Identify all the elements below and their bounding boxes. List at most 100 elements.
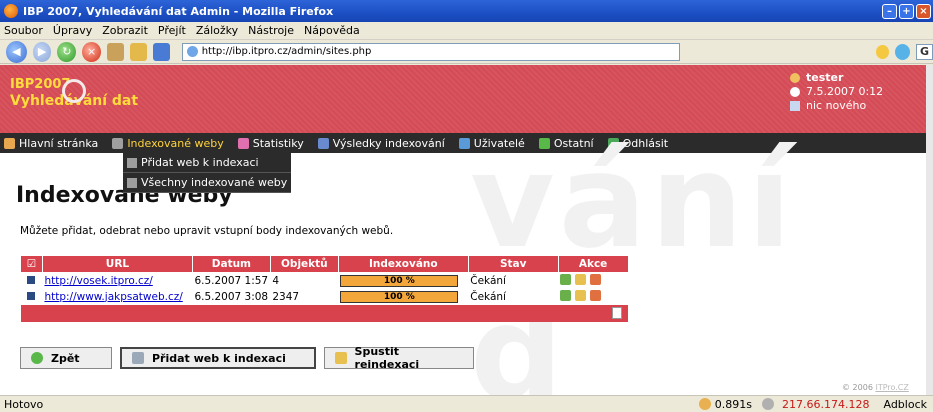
menu-zalozky[interactable]: Záložky [196, 24, 238, 37]
google-search-icon[interactable]: G [915, 43, 933, 60]
row-checkbox[interactable] [20, 288, 43, 305]
dropdown-all-label: Všechny indexované weby [141, 176, 288, 189]
nav-results-label: Výsledky indexování [332, 136, 445, 150]
window-titlebar: IBP 2007, Vyhledávání dat Admin - Mozill… [0, 0, 933, 22]
sites-table: ☑ URL Datum Objektů Indexováno Stav Akce… [20, 255, 676, 322]
table-header-row: ☑ URL Datum Objektů Indexováno Stav Akce [20, 255, 676, 273]
page-icon [127, 177, 137, 188]
nav-results[interactable]: Výsledky indexování [317, 136, 445, 150]
delete-icon[interactable] [590, 289, 602, 301]
menu-napoveda[interactable]: Nápověda [304, 24, 360, 37]
menu-prejit[interactable]: Přejít [158, 24, 186, 37]
row-actions [558, 288, 629, 305]
results-icon [317, 137, 329, 149]
forward-icon[interactable]: ▶ [32, 41, 52, 62]
progress-label: 100 % [383, 275, 415, 286]
menu-soubor[interactable]: Soubor [4, 24, 43, 37]
copyright-link[interactable]: ITPro.CZ [875, 383, 908, 392]
table-row: http://vosek.itpro.cz/ 6.5.2007 1:57 4 1… [20, 272, 676, 289]
bookmark-icon[interactable] [107, 42, 124, 61]
maximize-button[interactable]: + [899, 3, 914, 19]
copyright: © 2006 ITPro.CZ [842, 383, 909, 392]
status-text: Hotovo [4, 397, 44, 411]
firefox-icon [4, 4, 18, 18]
stop-icon[interactable]: × [82, 41, 101, 62]
site-url-link[interactable]: http://vosek.itpro.cz/ [44, 275, 152, 287]
address-url: http://ibp.itpro.cz/admin/sites.php [201, 46, 372, 57]
back-button[interactable]: Zpět [20, 347, 112, 369]
nav-stats-label: Statistiky [252, 136, 304, 150]
nav-indexed[interactable]: Indexované weby [112, 136, 224, 150]
load-time: 0.891s [714, 397, 752, 411]
row-state: Čekání [468, 272, 559, 289]
footer-spacer [628, 304, 676, 322]
add-page-icon [132, 352, 144, 364]
run-icon[interactable] [560, 273, 572, 285]
server-ip: 217.66.174.128 [782, 397, 870, 411]
header-indexed: Indexováno [337, 255, 469, 273]
edit-icon[interactable] [575, 289, 587, 301]
site-header: IBP2007 Vyhledávání dat tester 7.5.2007 … [0, 65, 926, 133]
table-row: http://www.jakpsatweb.cz/ 6.5.2007 3:08 … [20, 288, 676, 305]
delete-icon[interactable] [590, 273, 602, 285]
document-icon[interactable] [612, 307, 623, 319]
progress-label: 100 % [383, 291, 415, 302]
minimize-button[interactable]: – [882, 3, 897, 19]
menu-upravy[interactable]: Úpravy [53, 24, 92, 37]
row-spacer [628, 272, 676, 289]
rss-icon[interactable] [875, 44, 889, 59]
globe-icon [186, 46, 198, 57]
status-bar: Hotovo 0.891s 217.66.174.128 Adblock [0, 395, 933, 412]
run-icon[interactable] [560, 289, 572, 301]
dropdown-add-site[interactable]: Přidat web k indexaci [123, 153, 291, 173]
close-button[interactable]: × [916, 3, 931, 19]
users-icon [458, 137, 470, 149]
home-icon[interactable] [129, 42, 147, 61]
navigation-toolbar: ◀ ▶ ↻ × http://ibp.itpro.cz/admin/sites.… [0, 40, 933, 64]
nav-home-label: Hlavní stránka [19, 136, 99, 150]
checkbox-icon [27, 291, 36, 300]
print-icon[interactable] [152, 42, 170, 61]
reload-icon[interactable]: ↻ [57, 41, 77, 62]
page-scrollbar[interactable] [926, 65, 933, 395]
news-icon [790, 101, 800, 111]
indexed-dropdown: Přidat web k indexaci Všechny indexované… [123, 153, 291, 193]
checkbox-icon [27, 275, 36, 284]
timer-icon [698, 398, 711, 410]
reindex-label: Spustit reindexaci [354, 345, 420, 371]
add-site-button[interactable]: Přidat web k indexaci [120, 347, 316, 369]
header-actions: Akce [557, 255, 629, 273]
reindex-button[interactable]: Spustit reindexaci [324, 345, 474, 371]
back-button-label: Zpět [51, 351, 80, 365]
window-title: IBP 2007, Vyhledávání dat Admin - Mozill… [23, 4, 334, 18]
nav-indexed-label: Indexované weby [127, 136, 224, 150]
menu-nastroje[interactable]: Nástroje [248, 24, 294, 37]
row-actions [558, 272, 629, 289]
address-bar[interactable]: http://ibp.itpro.cz/admin/sites.php [181, 42, 680, 61]
user-icon [790, 73, 800, 83]
select-all-checkbox[interactable]: ☑ [20, 255, 43, 273]
header-state: Stav [467, 255, 559, 273]
user-info: tester 7.5.2007 0:12 nic nového [790, 71, 883, 113]
nav-home[interactable]: Hlavní stránka [4, 137, 98, 150]
row-checkbox[interactable] [20, 272, 43, 289]
dropdown-add-label: Přidat web k indexaci [141, 156, 259, 169]
site-url-link[interactable]: http://www.jakpsatweb.cz/ [44, 291, 182, 303]
row-objects: 4 [270, 272, 339, 289]
header-objects: Objektů [269, 255, 339, 273]
adblock-status[interactable]: Adblock [883, 398, 927, 411]
row-objects: 2347 [270, 288, 339, 305]
row-date: 6.5.2007 3:08 [192, 288, 271, 305]
index-progress: 100 % [340, 274, 459, 287]
go-icon[interactable] [894, 43, 910, 60]
dropdown-all-sites[interactable]: Všechny indexované weby [123, 173, 291, 193]
nav-stats[interactable]: Statistiky [237, 136, 304, 150]
intro-text: Můžete přidat, odebrat nebo upravit vstu… [20, 225, 394, 237]
reindex-icon [335, 352, 347, 364]
menu-bar: Soubor Úpravy Zobrazit Přejít Záložky Ná… [0, 22, 933, 40]
edit-icon[interactable] [575, 273, 587, 285]
menu-zobrazit[interactable]: Zobrazit [102, 24, 148, 37]
header-spacer [628, 255, 676, 273]
back-icon[interactable]: ◀ [6, 40, 27, 63]
header-date: Datum [191, 255, 271, 273]
